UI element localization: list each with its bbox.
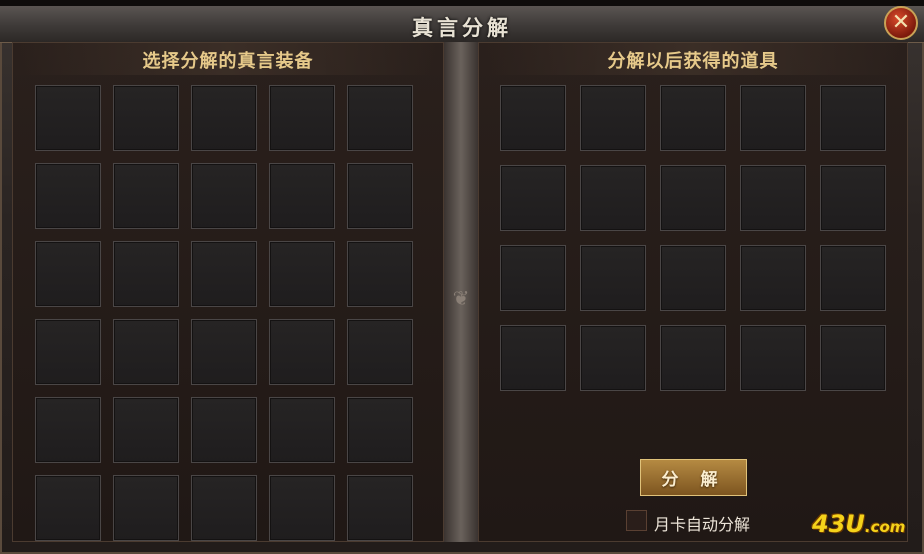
equipment-slot[interactable] <box>269 241 335 307</box>
equipment-slot[interactable] <box>191 241 257 307</box>
equipment-slot[interactable] <box>35 85 101 151</box>
close-button[interactable]: ✕ <box>884 6 918 40</box>
equipment-slot[interactable] <box>347 163 413 229</box>
equipment-slot[interactable] <box>35 163 101 229</box>
equipment-slot[interactable] <box>113 163 179 229</box>
result-item-slot[interactable] <box>740 325 806 391</box>
result-item-slot[interactable] <box>660 245 726 311</box>
equipment-slot[interactable] <box>113 85 179 151</box>
equipment-slot[interactable] <box>347 319 413 385</box>
equipment-slot[interactable] <box>113 475 179 541</box>
result-item-slot[interactable] <box>580 165 646 231</box>
result-item-slot[interactable] <box>500 85 566 151</box>
equipment-slot[interactable] <box>191 85 257 151</box>
window-title: 真言分解 <box>412 15 512 40</box>
result-item-slot[interactable] <box>500 165 566 231</box>
result-item-slot[interactable] <box>740 245 806 311</box>
auto-decompose-label: 月卡自动分解 <box>654 515 751 534</box>
auto-decompose-checkbox[interactable] <box>626 510 647 531</box>
result-item-slot[interactable] <box>580 245 646 311</box>
equipment-slot[interactable] <box>35 241 101 307</box>
equipment-slot[interactable] <box>191 163 257 229</box>
left-panel-title: 选择分解的真言装备 <box>142 51 314 72</box>
equipment-slot[interactable] <box>347 475 413 541</box>
ornament-icon: ❦ <box>452 286 470 310</box>
result-item-slot[interactable] <box>660 165 726 231</box>
result-item-slot[interactable] <box>820 165 886 231</box>
result-item-slot[interactable] <box>740 165 806 231</box>
result-item-slot[interactable] <box>580 325 646 391</box>
equipment-slot[interactable] <box>35 397 101 463</box>
left-panel-equipment-select: 选择分解的真言装备 <box>12 42 444 542</box>
equipment-slot[interactable] <box>269 85 335 151</box>
right-panel-title: 分解以后获得的道具 <box>607 51 779 72</box>
equipment-slot[interactable] <box>35 475 101 541</box>
result-item-slot[interactable] <box>500 245 566 311</box>
equipment-slot[interactable] <box>347 241 413 307</box>
result-item-slot[interactable] <box>660 85 726 151</box>
result-item-slot[interactable] <box>820 85 886 151</box>
result-item-slot[interactable] <box>580 85 646 151</box>
equipment-slot[interactable] <box>347 85 413 151</box>
crossed-swords-close-icon: ✕ <box>891 10 911 35</box>
equipment-slot[interactable] <box>191 397 257 463</box>
site-logo: 43U.com <box>812 510 905 538</box>
equipment-slot[interactable] <box>113 319 179 385</box>
result-item-slot[interactable] <box>660 325 726 391</box>
site-logo-text: 43U <box>812 510 865 538</box>
equipment-slot[interactable] <box>113 397 179 463</box>
equipment-slot[interactable] <box>347 397 413 463</box>
equipment-slot[interactable] <box>35 319 101 385</box>
equipment-slot[interactable] <box>269 319 335 385</box>
result-item-slot[interactable] <box>820 245 886 311</box>
decompose-button[interactable]: 分 解 <box>640 459 747 496</box>
titlebar: 真言分解 <box>0 6 924 43</box>
result-item-slot[interactable] <box>500 325 566 391</box>
equipment-slot[interactable] <box>191 475 257 541</box>
equipment-slot[interactable] <box>113 241 179 307</box>
site-logo-suffix: .com <box>864 518 906 536</box>
equipment-slot[interactable] <box>269 397 335 463</box>
equipment-slot[interactable] <box>269 475 335 541</box>
equipment-slot[interactable] <box>269 163 335 229</box>
result-item-slot[interactable] <box>820 325 886 391</box>
result-item-slot[interactable] <box>740 85 806 151</box>
equipment-slot[interactable] <box>191 319 257 385</box>
